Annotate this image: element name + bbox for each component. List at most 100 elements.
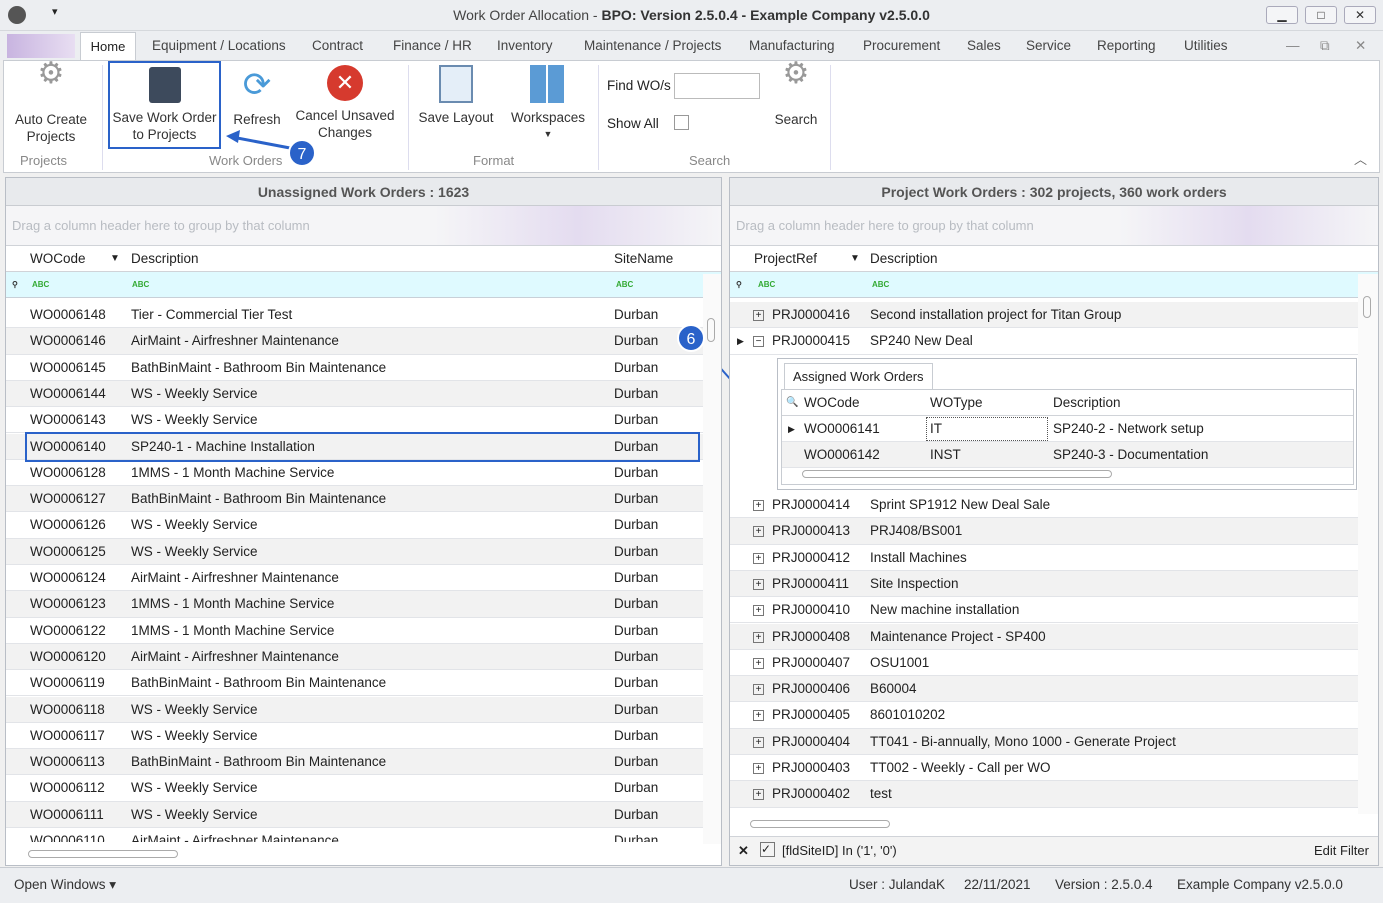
collapse-icon[interactable]: − <box>753 336 764 348</box>
expand-icon[interactable]: + <box>753 310 764 321</box>
assigned-work-orders-detail: Assigned Work Orders 🔍 WOCode WOType Des… <box>777 358 1357 490</box>
table-row[interactable]: WO0006112 WS - Weekly Service Durban <box>6 775 703 802</box>
project-row[interactable]: ▶ − PRJ0000415 SP240 New Deal <box>730 328 1358 355</box>
right-horizontal-scrollbar[interactable] <box>730 814 1358 834</box>
cell: Durban <box>614 806 659 822</box>
cell: Durban <box>614 570 659 585</box>
col-description[interactable]: Description <box>1053 390 1121 416</box>
table-row[interactable]: WO0006119 BathBinMaint - Bathroom Bin Mai… <box>6 670 703 697</box>
expand-icon[interactable]: + <box>753 526 764 538</box>
project-row[interactable]: + PRJ0000411 Site Inspection <box>730 570 1358 598</box>
right-vertical-scrollbar[interactable] <box>1358 274 1378 814</box>
table-row[interactable]: WO0006110 AirMaint - Airfreshner Maintena… <box>6 828 703 842</box>
project-row[interactable]: + PRJ0000416 Second installation project f… <box>730 302 1358 329</box>
cell: WO0006111 <box>30 806 104 822</box>
open-windows-button[interactable]: Open Windows ▾ <box>14 877 116 893</box>
cell: PRJ0000410 <box>772 602 851 618</box>
left-filter-row[interactable]: ⚲ ABC ABC ABC <box>6 272 721 298</box>
table-row[interactable]: WO0006145 BathBinMaint - Bathroom Bin Mai… <box>6 355 703 381</box>
tab-assigned-work-orders[interactable]: Assigned Work Orders <box>784 363 933 389</box>
table-row[interactable]: WO0006125 WS - Weekly Service Durban <box>6 538 703 565</box>
cell: Durban <box>614 307 659 322</box>
cell: Durban <box>614 648 659 664</box>
cell: AirMaint - Airfreshner Maintenance <box>131 570 339 585</box>
detail-grid: 🔍 WOCode WOType Description ▶ WO0006141 … <box>781 389 1354 485</box>
table-row[interactable]: WO0006123 1MMS - 1 Month Machine Service D… <box>6 591 703 618</box>
col-wocode[interactable]: WOCode <box>804 390 860 416</box>
table-row[interactable]: WO0006146 AirMaint - Airfreshner Maintena… <box>6 328 703 355</box>
table-row[interactable]: WO0006148 Tier - Commercial Tier Test Durb… <box>6 302 703 329</box>
table-row[interactable]: WO0006124 AirMaint - Airfreshner Maintena… <box>6 565 703 592</box>
expand-icon[interactable]: + <box>753 605 764 617</box>
detail-row[interactable]: WO0006142 INST SP240-3 - Documentation <box>782 442 1353 469</box>
clear-filter-icon[interactable]: ✕ <box>738 843 749 859</box>
table-row[interactable]: WO0006118 WS - Weekly Service Durban <box>6 696 703 723</box>
table-row[interactable]: WO0006126 WS - Weekly Service Durban <box>6 512 703 539</box>
right-column-headers: ProjectRef ▼ Description <box>730 246 1378 272</box>
left-vertical-scrollbar[interactable] <box>703 274 721 844</box>
expand-icon[interactable]: + <box>753 763 764 774</box>
cell: B60004 <box>870 681 917 697</box>
project-row[interactable]: + PRJ0000406 B60004 <box>730 676 1358 703</box>
project-row[interactable]: + PRJ0000412 Install Machines <box>730 545 1358 571</box>
edit-filter-link[interactable]: Edit Filter <box>1314 843 1369 858</box>
col-wotype[interactable]: WOType <box>930 390 983 416</box>
cell: BathBinMaint - Bathroom Bin Maintenance <box>131 754 387 770</box>
detail-row[interactable]: ▶ WO0006141 IT SP240-2 - Network setup <box>782 416 1353 443</box>
col-description[interactable]: Description <box>870 251 938 266</box>
filter-enabled-checkbox[interactable]: ✓ <box>760 842 775 857</box>
col-projectref[interactable]: ProjectRef <box>754 251 817 266</box>
table-row[interactable]: WO0006111 WS - Weekly Service Durban <box>6 801 703 828</box>
cell: WO0006144 <box>30 385 106 401</box>
expand-icon[interactable]: + <box>753 631 764 643</box>
expand-icon[interactable]: + <box>753 500 764 511</box>
table-row[interactable]: WO0006128 1MMS - 1 Month Machine Service D… <box>6 460 703 487</box>
col-description[interactable]: Description <box>131 251 199 266</box>
cell: Maintenance Project - SP400 <box>870 628 1046 644</box>
cell: BathBinMaint - Bathroom Bin Maintenance <box>131 491 387 507</box>
project-row[interactable]: + PRJ0000407 OSU1001 <box>730 650 1358 677</box>
project-row[interactable]: + PRJ0000410 New machine installation <box>730 597 1358 624</box>
cell: WS - Weekly Service <box>131 806 258 822</box>
table-row[interactable]: WO0006122 1MMS - 1 Month Machine Service D… <box>6 618 703 644</box>
status-bar: Open Windows ▾ User : JulandaK 22/11/202… <box>0 867 1383 903</box>
expand-icon[interactable]: + <box>753 684 764 696</box>
cell: WO0006119 <box>30 675 105 691</box>
expand-icon[interactable]: + <box>753 578 764 590</box>
project-row[interactable]: + PRJ0000403 TT002 - Weekly - Call per WO <box>730 755 1358 782</box>
left-horizontal-scrollbar[interactable] <box>6 844 703 864</box>
cell: PRJ0000406 <box>772 681 851 697</box>
sort-dropdown-icon[interactable]: ▼ <box>110 253 120 264</box>
right-filter-row[interactable]: ⚲ ABC ABC <box>730 272 1378 298</box>
table-row[interactable]: WO0006144 WS - Weekly Service Durban <box>6 380 703 408</box>
right-group-by-area[interactable]: Drag a column header here to group by th… <box>730 206 1378 246</box>
cell: WO0006145 <box>30 359 106 375</box>
project-row[interactable]: + PRJ0000413 PRJ408/BS001 <box>730 518 1358 545</box>
table-row[interactable]: WO0006127 BathBinMaint - Bathroom Bin Mai… <box>6 486 703 513</box>
project-row[interactable]: + PRJ0000402 test <box>730 781 1358 808</box>
table-row[interactable]: WO0006113 BathBinMaint - Bathroom Bin Mai… <box>6 749 703 776</box>
cell: Site Inspection <box>870 575 959 591</box>
col-sitename[interactable]: SiteName <box>614 251 673 266</box>
project-row[interactable]: + PRJ0000404 TT041 - Bi-annually, Mono 100… <box>730 728 1358 755</box>
cell: BathBinMaint - Bathroom Bin Maintenance <box>131 359 387 375</box>
left-group-by-area[interactable]: Drag a column header here to group by th… <box>6 206 721 246</box>
table-row[interactable]: WO0006143 WS - Weekly Service Durban <box>6 407 703 434</box>
table-row[interactable]: WO0006120 AirMaint - Airfreshner Maintena… <box>6 643 703 671</box>
expand-icon[interactable]: + <box>753 710 764 722</box>
expand-icon[interactable]: + <box>753 789 764 801</box>
cell: PRJ0000411 <box>772 575 850 591</box>
cell: PRJ0000404 <box>772 733 851 749</box>
table-row[interactable]: WO0006117 WS - Weekly Service Durban <box>6 723 703 750</box>
cell: Sprint SP1912 New Deal Sale <box>870 497 1051 512</box>
col-wocode[interactable]: WOCode <box>30 251 86 266</box>
project-row[interactable]: + PRJ0000408 Maintenance Project - SP400 <box>730 623 1358 650</box>
expand-icon[interactable]: + <box>753 657 764 669</box>
project-row[interactable]: + PRJ0000414 Sprint SP1912 New Deal Sale <box>730 492 1358 519</box>
expand-icon[interactable]: + <box>753 552 764 564</box>
sort-dropdown-icon[interactable]: ▼ <box>850 253 860 264</box>
project-row[interactable]: + PRJ0000405 8601010202 <box>730 702 1358 729</box>
detail-scrollbar[interactable] <box>802 470 1112 478</box>
project-work-orders-panel: Project Work Orders : 302 projects, 360 … <box>729 177 1379 866</box>
expand-icon[interactable]: + <box>753 736 764 748</box>
